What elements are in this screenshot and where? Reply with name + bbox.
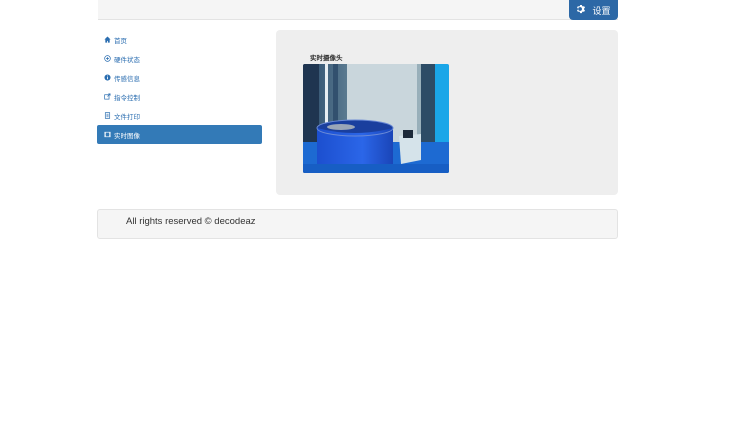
sidebar-item-label: 实时图像 xyxy=(114,132,140,140)
file-icon xyxy=(104,112,111,119)
sidebar-item-command-control[interactable]: 指令控制 xyxy=(97,87,262,106)
copyright-text: All rights reserved © decodeaz xyxy=(126,216,256,227)
sidebar-item-home[interactable]: 首页 xyxy=(97,30,262,49)
camera-title: 实时摄像头 xyxy=(310,55,343,62)
film-icon xyxy=(104,131,111,138)
sidebar-item-label: 传感信息 xyxy=(114,75,140,83)
top-navbar: 设置 xyxy=(98,0,618,20)
sidebar-item-label: 首页 xyxy=(114,37,127,45)
sidebar-item-label: 指令控制 xyxy=(114,94,140,102)
sidebar-item-label: 硬件状态 xyxy=(114,56,140,64)
settings-label: 设置 xyxy=(592,5,611,16)
main-panel: 实时摄像头 xyxy=(276,30,618,195)
sidebar: 首页 硬件状态 传感信息 指令控制 文件打印 实时图像 xyxy=(97,30,262,144)
settings-button[interactable]: 设置 xyxy=(569,0,618,20)
sidebar-item-file-print[interactable]: 文件打印 xyxy=(97,106,262,125)
sidebar-item-sensor-info[interactable]: 传感信息 xyxy=(97,68,262,87)
footer: All rights reserved © decodeaz xyxy=(97,209,618,239)
sidebar-item-label: 文件打印 xyxy=(114,113,140,121)
info-circle-icon xyxy=(104,74,111,81)
gear-icon xyxy=(576,4,586,16)
share-icon xyxy=(104,93,111,100)
sidebar-item-live-image[interactable]: 实时图像 xyxy=(97,125,262,144)
sidebar-item-hardware-status[interactable]: 硬件状态 xyxy=(97,49,262,68)
plus-circle-icon xyxy=(104,55,111,62)
camera-feed-image xyxy=(303,64,449,173)
home-icon xyxy=(104,36,111,43)
